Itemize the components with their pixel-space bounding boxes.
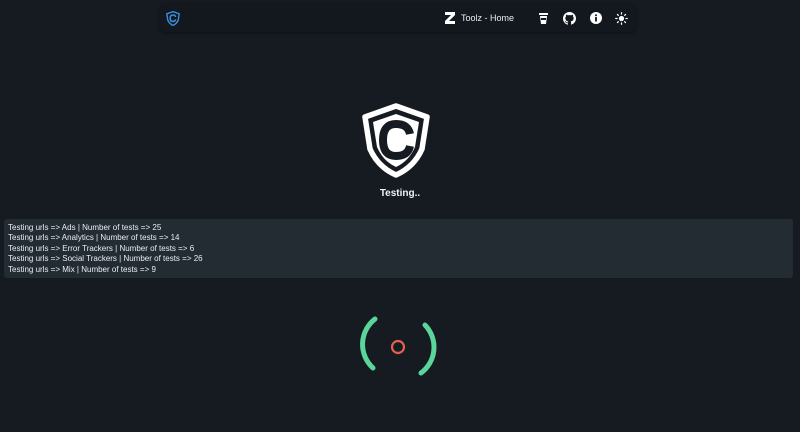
coffee-button[interactable] <box>537 12 550 25</box>
toolz-z-icon <box>444 12 455 24</box>
coffee-icon <box>539 12 548 24</box>
log-line: Testing urls => Ads | Number of tests =>… <box>8 223 162 232</box>
github-icon <box>563 11 576 25</box>
log-line: Testing urls => Mix | Number of tests =>… <box>8 264 156 274</box>
toolz-home-link[interactable]: Toolz - Home <box>443 11 514 25</box>
log-line: Testing urls => Analytics | Number of te… <box>8 233 180 243</box>
sun-icon <box>615 11 628 25</box>
log-line: Testing urls => Error Trackers | Number … <box>8 243 195 253</box>
theme-toggle-button[interactable] <box>615 11 628 25</box>
info-icon <box>589 12 602 24</box>
test-log-panel: Testing urls => Ads | Number of tests =>… <box>4 219 793 278</box>
hero-shield-logo-icon <box>362 103 430 178</box>
info-button[interactable] <box>589 12 602 25</box>
log-line: Testing urls => Social Trackers | Number… <box>8 254 203 264</box>
navbar: Toolz - Home <box>160 4 636 32</box>
home-link-label: Toolz - Home <box>460 13 514 23</box>
github-button[interactable] <box>563 11 576 25</box>
loading-spinner-icon <box>360 316 437 376</box>
app-logo-icon[interactable] <box>166 11 180 26</box>
status-text: Testing.. <box>379 188 421 199</box>
